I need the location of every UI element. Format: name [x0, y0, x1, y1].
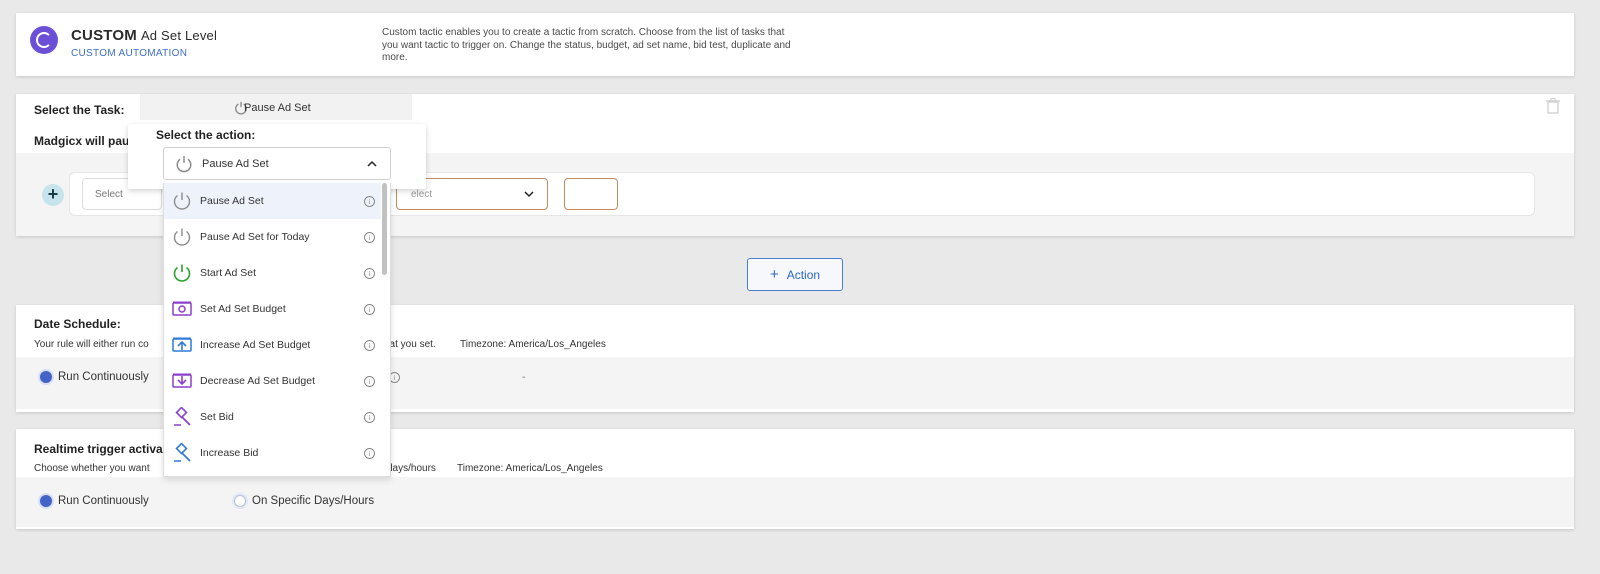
select-task-label: Select the Task: [34, 103, 125, 117]
action-option-label: Pause Ad Set [200, 195, 264, 207]
add-condition-button[interactable]: + [42, 184, 64, 206]
info-icon[interactable]: i [364, 340, 375, 351]
realtime-run-continuously-label: Run Continuously [58, 495, 149, 507]
list-scrollbar[interactable] [382, 183, 387, 275]
specific-days-label: On Specific Days/Hours [252, 495, 375, 507]
info-icon[interactable]: i [364, 196, 375, 207]
action-option-start-ad-set[interactable]: Start Ad Set i [164, 255, 381, 291]
tactic-level: Ad Set Level [140, 28, 218, 43]
power-icon [173, 192, 191, 210]
task-selected-value: Pause Ad Set [244, 102, 311, 114]
run-continuously-radio[interactable] [40, 371, 52, 383]
info-icon[interactable]: i [364, 412, 375, 423]
realtime-timezone: Timezone: America/Los_Angeles [457, 463, 603, 474]
action-option-set-budget[interactable]: Set Ad Set Budget i [164, 291, 381, 327]
action-option-label: Set Ad Set Budget [200, 303, 286, 315]
action-option-partial[interactable] [164, 471, 381, 476]
date-schedule-desc-end: hat you set. [384, 339, 436, 350]
power-start-icon [173, 264, 191, 282]
info-icon[interactable]: i [364, 268, 375, 279]
madgicx-will-label: Madgicx will pau [34, 134, 130, 148]
select-action-label: Select the action: [156, 128, 256, 142]
bid-gavel-icon [174, 407, 191, 426]
action-option-label: Start Ad Set [200, 267, 257, 279]
tactic-title: CUSTOM Ad Set Level [71, 27, 218, 44]
custom-logo-icon [30, 26, 58, 54]
budget-icon [172, 301, 192, 316]
realtime-desc-start: Choose whether you want [34, 463, 150, 474]
action-option-pause-ad-set-today[interactable]: Pause Ad Set for Today i [164, 219, 381, 255]
specific-days-radio[interactable] [234, 495, 246, 507]
action-option-set-bid[interactable]: Set Bid i [164, 399, 381, 435]
delete-trash-icon[interactable] [1546, 98, 1560, 114]
budget-decrease-icon [172, 373, 192, 388]
realtime-run-continuously-radio[interactable] [40, 495, 52, 507]
power-icon [176, 156, 192, 173]
action-select[interactable]: Pause Ad Set [163, 147, 391, 180]
tactic-subtitle: CUSTOM AUTOMATION [71, 48, 188, 59]
bid-increase-icon [174, 443, 191, 462]
realtime-band [16, 477, 1574, 527]
action-options-list: Pause Ad Set i Pause Ad Set for Today i … [163, 183, 391, 477]
power-icon [173, 228, 191, 246]
tactic-description: Custom tactic enables you to create a ta… [382, 27, 791, 63]
add-action-button[interactable]: + Action [747, 258, 843, 291]
date-schedule-title: Date Schedule: [34, 317, 121, 331]
date-schedule-desc-start: Your rule will either run co [34, 339, 149, 350]
action-option-pause-ad-set[interactable]: Pause Ad Set i [164, 183, 381, 219]
action-option-label: Increase Ad Set Budget [200, 339, 311, 351]
condition-value-input[interactable] [564, 178, 618, 210]
budget-increase-icon [172, 337, 192, 352]
action-option-label: Set Bid [200, 411, 234, 423]
tactic-header: CUSTOM Ad Set Level CUSTOM AUTOMATION Cus… [16, 13, 1574, 76]
info-icon[interactable]: i [364, 304, 375, 315]
action-selected-value: Pause Ad Set [202, 158, 269, 170]
action-option-label: Increase Bid [200, 447, 259, 459]
action-option-increase-budget[interactable]: Increase Ad Set Budget i [164, 327, 381, 363]
run-continuously-label: Run Continuously [58, 371, 149, 383]
action-option-label: Decrease Ad Set Budget [200, 375, 315, 387]
realtime-desc-end: days/hours [387, 463, 436, 474]
chevron-up-icon [367, 160, 377, 167]
info-icon[interactable]: i [364, 448, 375, 459]
info-icon[interactable]: i [364, 232, 375, 243]
date-range-separator: - [522, 372, 526, 383]
chevron-down-icon [524, 191, 534, 198]
action-option-increase-bid[interactable]: Increase Bid i [164, 435, 381, 471]
action-option-label: Pause Ad Set for Today [200, 231, 310, 243]
info-icon[interactable]: i [364, 376, 375, 387]
action-option-decrease-budget[interactable]: Decrease Ad Set Budget i [164, 363, 381, 399]
date-schedule-timezone: Timezone: America/Los_Angeles [460, 339, 606, 350]
realtime-title: Realtime trigger activa [34, 442, 163, 456]
